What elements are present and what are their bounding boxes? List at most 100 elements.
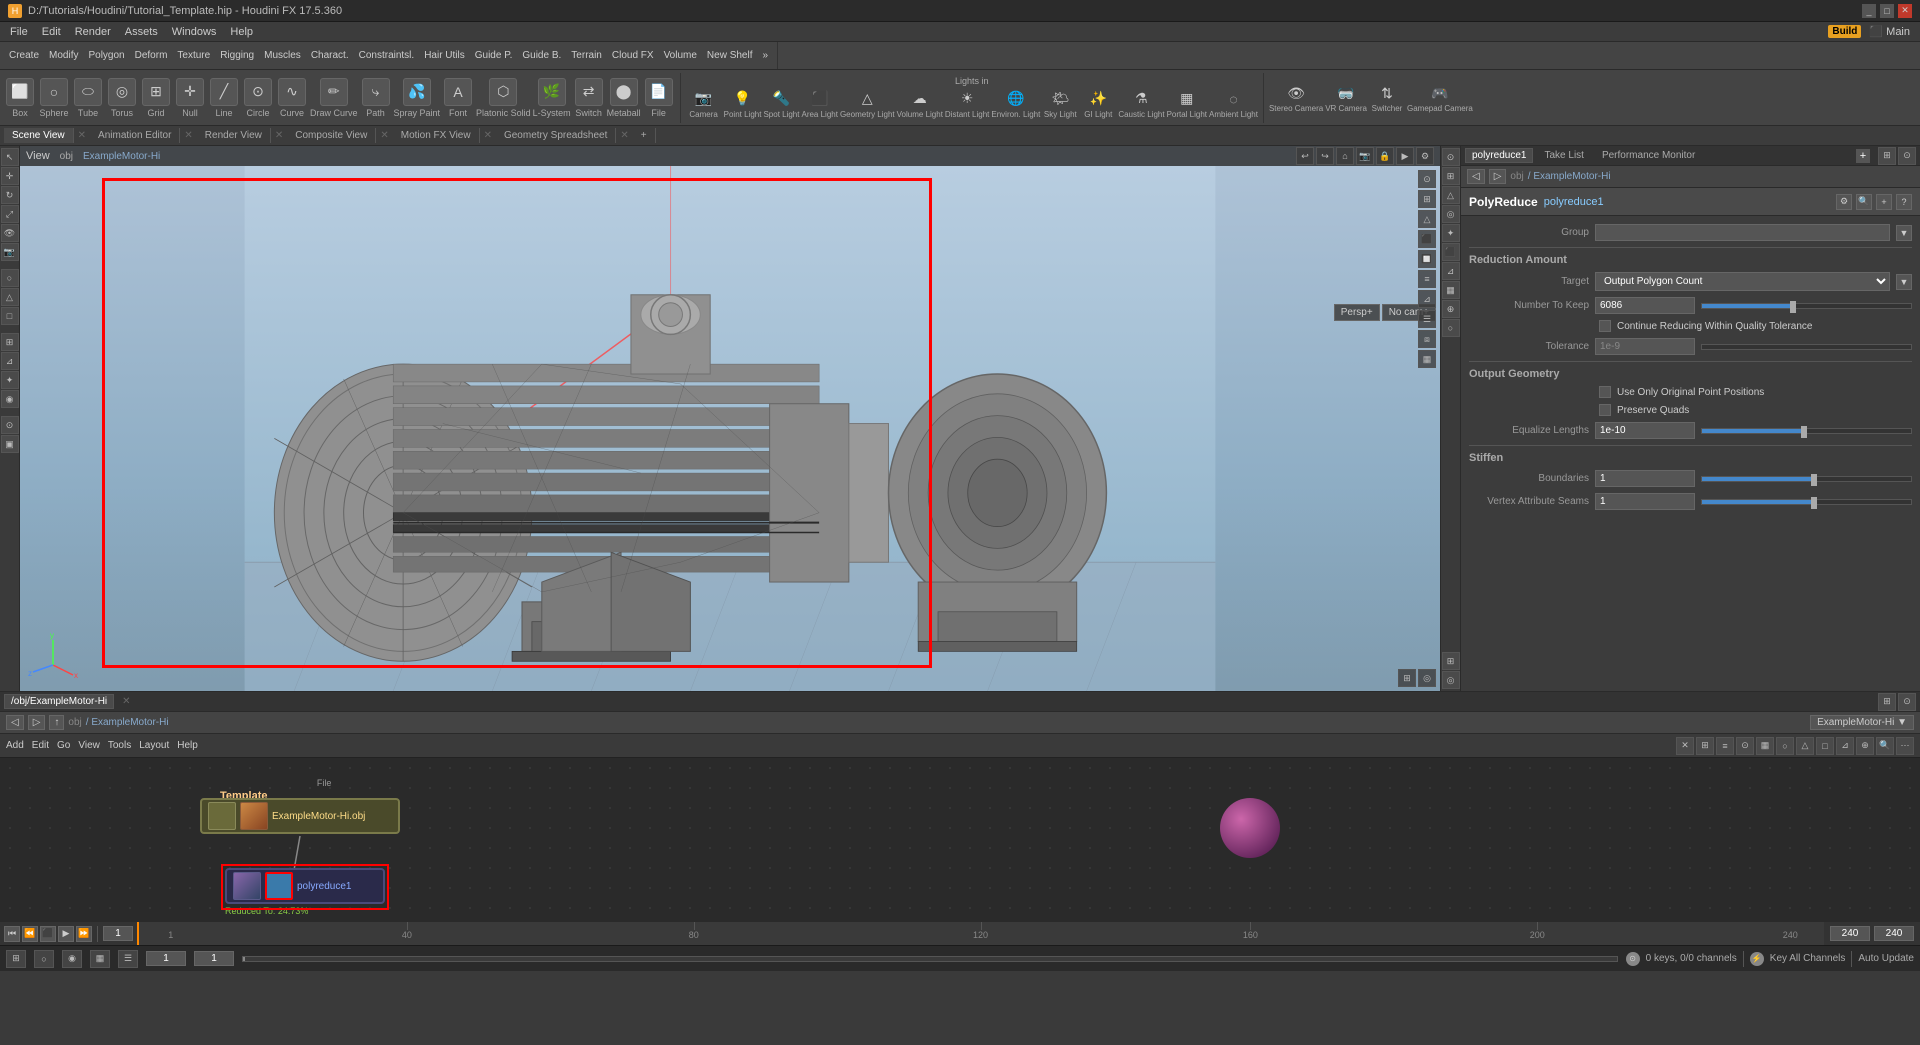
node-canvas[interactable]: File Template Geometry ExampleMotor-Hi.o… [0, 758, 1920, 921]
ri-4[interactable]: ◎ [1442, 205, 1460, 223]
ne-icon-5[interactable]: ▦ [1756, 737, 1774, 755]
ne-menu-add[interactable]: Add [6, 740, 24, 751]
shelf-grid[interactable]: ⊞ Grid [140, 78, 172, 118]
tab-composite-view[interactable]: Composite View [287, 128, 376, 143]
status-frame-current[interactable] [146, 951, 186, 966]
tab-hair[interactable]: Hair Utils [419, 48, 470, 63]
tab-cloud-fx[interactable]: Cloud FX [607, 48, 659, 63]
tab-animation-editor[interactable]: Animation Editor [90, 128, 180, 143]
rpanel-add-tab-button[interactable]: + [1856, 149, 1870, 163]
tab-guide-p[interactable]: Guide P. [470, 48, 518, 63]
ri-5[interactable]: ✦ [1442, 224, 1460, 242]
obj-level[interactable]: ○ [1, 269, 19, 287]
shelf-geometry-light[interactable]: △ Geometry Light [840, 87, 895, 120]
pr-icon-3[interactable]: + [1876, 194, 1892, 210]
tolerance-slider[interactable] [1701, 344, 1912, 350]
pr-icon-2[interactable]: 🔍 [1856, 194, 1872, 210]
node-editor-tab-main[interactable]: /obj/ExampleMotor-Hi [4, 694, 114, 709]
ne-icon-10[interactable]: ⊕ [1856, 737, 1874, 755]
status-btn-2[interactable]: ○ [34, 950, 54, 968]
menu-render[interactable]: Render [69, 23, 117, 41]
num-keep-slider-handle[interactable] [1790, 301, 1796, 313]
continue-checkbox[interactable] [1599, 320, 1611, 332]
menu-windows[interactable]: Windows [166, 23, 223, 41]
tl-end-frame-1[interactable] [1830, 926, 1870, 941]
pr-icon-4[interactable]: ? [1896, 194, 1912, 210]
shelf-curve[interactable]: ∿ Curve [276, 78, 308, 118]
tab-add-view[interactable]: + [633, 128, 656, 143]
boundaries-slider[interactable] [1701, 476, 1912, 482]
shelf-l-system[interactable]: 🌿 L-System [533, 78, 571, 118]
shelf-metaball[interactable]: ⬤ Metaball [607, 78, 641, 118]
main-workspace[interactable]: ⬛ Main [1863, 23, 1916, 41]
ri-1[interactable]: ⊙ [1442, 148, 1460, 166]
rpanel-tab-polyreduce[interactable]: polyreduce1 [1465, 148, 1533, 163]
ne-menu-layout[interactable]: Layout [139, 740, 169, 751]
pr-icon-1[interactable]: ⚙ [1836, 194, 1852, 210]
shelf-tube[interactable]: ⬭ Tube [72, 78, 104, 118]
status-btn-4[interactable]: ▦ [90, 950, 110, 968]
menu-edit[interactable]: Edit [36, 23, 67, 41]
tab-render-view[interactable]: Render View [197, 128, 271, 143]
tl-frame-input[interactable] [103, 926, 133, 941]
close-button[interactable]: ✕ [1898, 4, 1912, 18]
equalize-input[interactable] [1595, 422, 1695, 439]
vert-seams-slider-handle[interactable] [1811, 497, 1817, 509]
ne-ctrl-1[interactable]: ⊞ [1878, 693, 1896, 711]
vp-ctrl-render[interactable]: ▶ [1396, 147, 1414, 165]
shelf-torus[interactable]: ◎ Torus [106, 78, 138, 118]
ri-7[interactable]: ⊿ [1442, 262, 1460, 280]
select-tool[interactable]: ↖ [1, 148, 19, 166]
ne-menu-view[interactable]: View [78, 740, 100, 751]
ne-menu-tools[interactable]: Tools [108, 740, 131, 751]
shelf-sphere[interactable]: ○ Sphere [38, 78, 70, 118]
tab-guide-b[interactable]: Guide B. [517, 48, 566, 63]
group-input[interactable] [1595, 224, 1890, 241]
vp-display-2[interactable]: ⊞ [1418, 190, 1436, 208]
equalize-slider-handle[interactable] [1801, 426, 1807, 438]
path-back[interactable]: ◁ [1467, 169, 1485, 184]
ri-8[interactable]: ▦ [1442, 281, 1460, 299]
shelf-portal-light[interactable]: ▦ Portal Light [1167, 87, 1207, 120]
status-icon-2[interactable]: ⚡ [1750, 952, 1764, 966]
shelf-vr-camera[interactable]: 🥽 VR Camera [1325, 81, 1367, 114]
rpanel-icon-2[interactable]: ⊙ [1898, 147, 1916, 165]
status-progress-bar[interactable] [242, 956, 1618, 962]
use-original-checkbox[interactable] [1599, 386, 1611, 398]
pivot-toggle[interactable]: ✦ [1, 371, 19, 389]
vp-display-1[interactable]: ⊙ [1418, 170, 1436, 188]
ri-10[interactable]: ○ [1442, 319, 1460, 337]
tab-expand[interactable]: » [758, 48, 774, 63]
polyreduce-node-box[interactable]: polyreduce1 [225, 868, 385, 904]
shelf-spray-paint[interactable]: 💦 Spray Paint [394, 78, 441, 118]
boundaries-slider-handle[interactable] [1811, 474, 1817, 486]
shelf-camera[interactable]: 📷 Camera [686, 87, 722, 120]
preserve-quads-checkbox[interactable] [1599, 404, 1611, 416]
tab-scene-view[interactable]: Scene View [4, 128, 74, 143]
shelf-line[interactable]: ╱ Line [208, 78, 240, 118]
shelf-sky-light[interactable]: 🌤 Sky Light [1042, 87, 1078, 120]
tab-geometry-spreadsheet[interactable]: Geometry Spreadsheet [496, 128, 616, 143]
shelf-caustic-light[interactable]: ⚗ Caustic Light [1118, 87, 1164, 120]
tolerance-input[interactable] [1595, 338, 1695, 355]
equalize-slider[interactable] [1701, 428, 1912, 434]
shelf-platonic[interactable]: ⬡ Platonic Solid [476, 78, 531, 118]
menu-assets[interactable]: Assets [119, 23, 164, 41]
shelf-draw-curve[interactable]: ✏ Draw Curve [310, 78, 358, 118]
shelf-ambient-light[interactable]: ◌ Ambient Light [1209, 87, 1258, 120]
transform-tool[interactable]: ✛ [1, 167, 19, 185]
vert-seams-slider[interactable] [1701, 499, 1912, 505]
tab-volume[interactable]: Volume [659, 48, 702, 63]
rpanel-tab-take-list[interactable]: Take List [1537, 148, 1590, 163]
viewport[interactable]: View obj ExampleMotor-Hi ↩ ↪ ⌂ 📷 🔒 ▶ ⚙ [20, 146, 1440, 691]
ne-icon-1[interactable]: ✕ [1676, 737, 1694, 755]
tl-prev-frame[interactable]: ⏪ [22, 926, 38, 942]
num-keep-input[interactable] [1595, 297, 1695, 314]
shelf-font[interactable]: A Font [442, 78, 474, 118]
shelf-env-light[interactable]: 🌐 Environ. Light [991, 87, 1040, 120]
ne-icon-9[interactable]: ⊿ [1836, 737, 1854, 755]
tl-play-forward[interactable]: ▶ [58, 926, 74, 942]
ri-bottom-2[interactable]: ◎ [1442, 671, 1460, 689]
tl-stop[interactable]: ⬛ [40, 926, 56, 942]
node-editor-tab-close[interactable]: ✕ [122, 696, 130, 707]
